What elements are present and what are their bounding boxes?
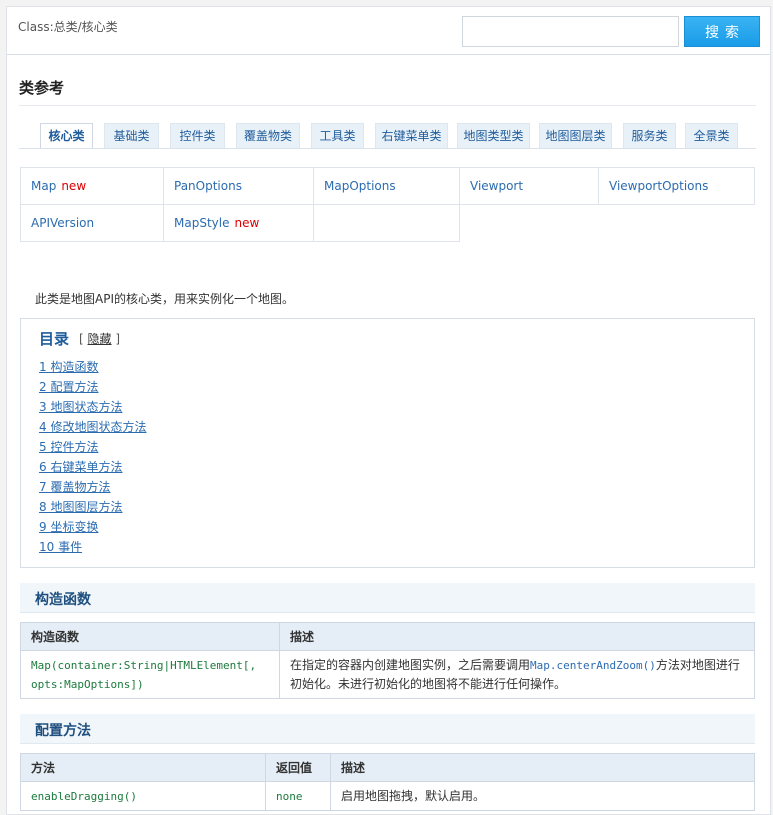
tabs-divider xyxy=(19,148,756,149)
toc-link-events[interactable]: 10 事件 xyxy=(39,540,82,554)
new-badge: new xyxy=(61,179,87,193)
class-cell: Map new xyxy=(20,167,164,205)
tab-map-layers[interactable]: 地图图层类 xyxy=(539,123,612,149)
toc-link-coords[interactable]: 9 坐标变换 xyxy=(39,520,98,534)
tab-tools[interactable]: 工具类 xyxy=(311,123,364,149)
tab-panorama[interactable]: 全景类 xyxy=(685,123,738,149)
toc-item: 10 事件 xyxy=(39,537,146,557)
toc-title: 目录 xyxy=(39,330,70,348)
class-description: 此类是地图API的核心类，用来实例化一个地图。 xyxy=(35,292,294,306)
page-container: Class:总类/核心类 搜索 类参考 核心类 基础类 控件类 覆盖物类 工具类… xyxy=(6,6,771,815)
toc-item: 6 右键菜单方法 xyxy=(39,457,146,477)
new-badge: new xyxy=(234,216,260,230)
section-header-constructor: 构造函数 xyxy=(20,583,755,613)
tab-core[interactable]: 核心类 xyxy=(40,123,93,149)
toc-link-constructor[interactable]: 1 构造函数 xyxy=(39,360,98,374)
class-link-apiversion[interactable]: APIVersion xyxy=(31,216,94,230)
toc-link-controls[interactable]: 5 控件方法 xyxy=(39,440,98,454)
toc-link-overlays[interactable]: 7 覆盖物方法 xyxy=(39,480,110,494)
table-header-row: 方法 返回值 描述 xyxy=(20,753,755,782)
signature-line: Map(container:String|HTMLElement[, xyxy=(31,658,257,672)
title-divider xyxy=(19,105,756,106)
tab-basic[interactable]: 基础类 xyxy=(104,123,159,149)
breadcrumb: Class:总类/核心类 xyxy=(18,20,118,34)
tab-context-menu[interactable]: 右键菜单类 xyxy=(375,123,448,149)
toc-bracket-close: ] xyxy=(115,332,121,346)
section-title: 构造函数 xyxy=(35,592,91,608)
search-input[interactable] xyxy=(462,16,679,47)
class-link-map[interactable]: Map xyxy=(31,179,56,193)
toc-toggle: [ 隐藏 ] xyxy=(79,330,120,347)
class-cell: APIVersion xyxy=(20,204,164,242)
column-header: 构造函数 xyxy=(20,622,280,651)
toc-bracket-open: [ xyxy=(79,332,84,346)
table-row: enableDragging() none 启用地图拖拽，默认启用。 xyxy=(20,781,755,811)
return-value: none xyxy=(276,790,303,803)
tab-controls[interactable]: 控件类 xyxy=(170,123,225,149)
toc-item: 4 修改地图状态方法 xyxy=(39,417,146,437)
class-cell: MapStyle new xyxy=(163,204,314,242)
class-cell: PanOptions xyxy=(163,167,314,205)
column-header: 方法 xyxy=(20,753,266,782)
section-title: 配置方法 xyxy=(35,723,91,739)
toc-item: 3 地图状态方法 xyxy=(39,397,146,417)
class-cell: Viewport xyxy=(459,167,599,205)
signature-cell: Map(container:String|HTMLElement[, opts:… xyxy=(20,650,280,699)
method-cell: enableDragging() xyxy=(20,781,266,811)
config-table: 方法 返回值 描述 enableDragging() none 启用地图拖拽，默… xyxy=(20,753,755,811)
returns-cell: none xyxy=(265,781,331,811)
column-header: 描述 xyxy=(330,753,755,782)
class-cell: MapOptions xyxy=(313,167,460,205)
toc-list: 1 构造函数 2 配置方法 3 地图状态方法 4 修改地图状态方法 5 控件方法… xyxy=(39,357,146,557)
class-link-mapoptions[interactable]: MapOptions xyxy=(324,179,396,193)
class-cell-empty xyxy=(313,204,460,242)
description-cell: 在指定的容器内创建地图实例，之后需要调用Map.centerAndZoom()方… xyxy=(279,650,755,699)
toc-link-config[interactable]: 2 配置方法 xyxy=(39,380,98,394)
method-name: enableDragging() xyxy=(31,789,137,803)
tab-map-types[interactable]: 地图类型类 xyxy=(457,123,530,149)
table-header-row: 构造函数 描述 xyxy=(20,622,755,651)
toc-link-layers[interactable]: 8 地图图层方法 xyxy=(39,500,122,514)
toc-item: 8 地图图层方法 xyxy=(39,497,146,517)
toc-item: 9 坐标变换 xyxy=(39,517,146,537)
page-title: 类参考 xyxy=(19,79,65,97)
table-row: Map(container:String|HTMLElement[, opts:… xyxy=(20,650,755,699)
section-header-config: 配置方法 xyxy=(20,714,755,744)
signature-line: opts:MapOptions]) xyxy=(31,677,144,691)
constructor-table: 构造函数 描述 Map(container:String|HTMLElement… xyxy=(20,622,755,699)
tab-services[interactable]: 服务类 xyxy=(623,123,676,149)
table-of-contents: 目录 [ 隐藏 ] 1 构造函数 2 配置方法 3 地图状态方法 4 修改地图状… xyxy=(20,318,755,568)
toc-hide-link[interactable]: 隐藏 xyxy=(88,332,112,346)
header-bar: Class:总类/核心类 搜索 xyxy=(7,7,770,55)
search-button[interactable]: 搜索 xyxy=(684,16,760,47)
toc-link-state[interactable]: 3 地图状态方法 xyxy=(39,400,122,414)
tab-overlays[interactable]: 覆盖物类 xyxy=(236,123,300,149)
class-link-panoptions[interactable]: PanOptions xyxy=(174,179,242,193)
class-link-viewport[interactable]: Viewport xyxy=(470,179,523,193)
column-header: 返回值 xyxy=(265,753,331,782)
toc-link-modify-state[interactable]: 4 修改地图状态方法 xyxy=(39,420,146,434)
desc-text: 在指定的容器内创建地图实例，之后需要调用 xyxy=(290,657,531,672)
description-cell: 启用地图拖拽，默认启用。 xyxy=(330,781,755,811)
toc-item: 1 构造函数 xyxy=(39,357,146,377)
toc-item: 7 覆盖物方法 xyxy=(39,477,146,497)
toc-item: 5 控件方法 xyxy=(39,437,146,457)
class-link-viewportoptions[interactable]: ViewportOptions xyxy=(609,179,708,193)
column-header: 描述 xyxy=(279,622,755,651)
toc-item: 2 配置方法 xyxy=(39,377,146,397)
inline-code: Map.centerAndZoom() xyxy=(530,658,656,672)
toc-link-context-menu[interactable]: 6 右键菜单方法 xyxy=(39,460,122,474)
class-link-mapstyle[interactable]: MapStyle xyxy=(174,216,229,230)
class-cell: ViewportOptions xyxy=(598,167,755,205)
